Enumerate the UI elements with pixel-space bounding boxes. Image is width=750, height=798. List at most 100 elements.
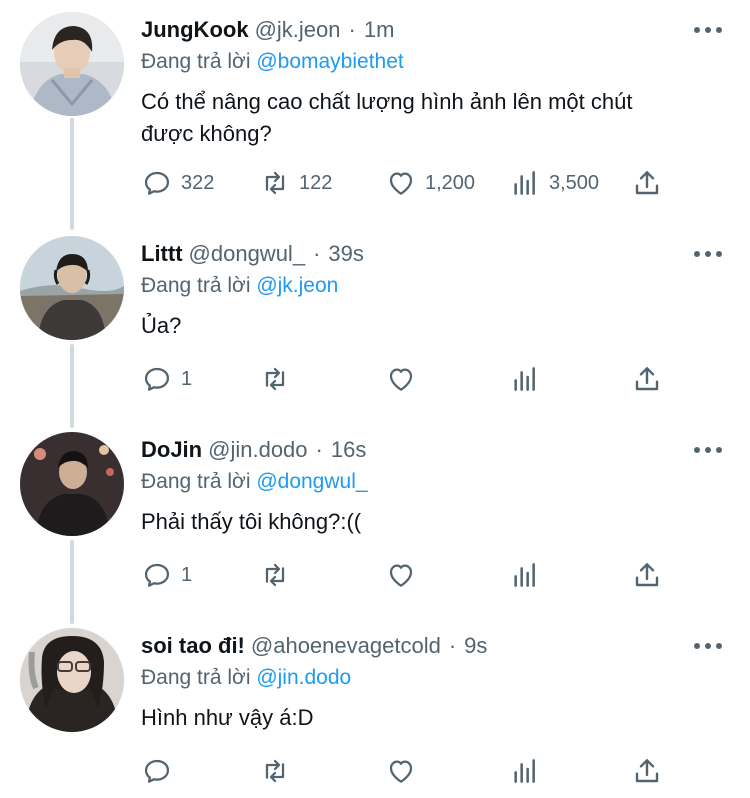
heart-icon	[389, 368, 413, 391]
share-icon	[635, 171, 659, 195]
user-handle[interactable]: @ahoenevagetcold	[251, 633, 441, 659]
more-icon[interactable]	[694, 18, 722, 42]
retweet-icon	[265, 367, 285, 391]
separator-dot: ·	[448, 633, 457, 658]
tweet-text-line: Phải thấy tôi không?:((	[141, 509, 362, 534]
retweet-icon	[265, 759, 285, 783]
views-icon	[514, 367, 535, 391]
separator-dot: ·	[315, 437, 323, 462]
tweet-header: Littt @dongwul_ · 39s	[141, 236, 364, 272]
tweet-header: JungKook @jk.jeon · 1m	[141, 12, 394, 48]
share-icon	[635, 563, 659, 587]
reply-button[interactable]: 1	[141, 558, 192, 592]
replying-to: Đang trả lời @bomaybiethet	[141, 50, 404, 74]
retweet-icon	[265, 171, 285, 195]
reply-icon	[144, 759, 170, 783]
mention-link[interactable]: @dongwul_	[256, 470, 367, 493]
share-button[interactable]	[631, 754, 663, 788]
reply-icon	[144, 367, 170, 391]
like-button[interactable]	[385, 754, 417, 788]
tweet-text-line: Ủa?	[141, 313, 182, 338]
tweet[interactable]: soi tao đi! @ahoenevagetcold · 9s Đang t…	[0, 628, 750, 798]
tweet-text: Có thể nâng cao chất lượng hình ảnh lên …	[141, 86, 711, 150]
tweet-text-line: Hình như vậy á:D	[141, 705, 314, 730]
timestamp[interactable]: 1m	[364, 17, 395, 43]
views-button[interactable]: 3,500	[509, 166, 599, 200]
reply-icon	[144, 563, 170, 587]
tweet[interactable]: JungKook @jk.jeon · 1m Đang trả lời @bom…	[0, 12, 750, 212]
timestamp[interactable]: 9s	[464, 633, 487, 659]
timestamp[interactable]: 16s	[331, 437, 366, 463]
tweet[interactable]: Littt @dongwul_ · 39s Đang trả lời @jk.j…	[0, 236, 750, 426]
action-bar	[141, 754, 681, 788]
reply-button[interactable]: 1	[141, 362, 192, 396]
avatar[interactable]	[20, 236, 124, 340]
display-name[interactable]: Littt	[141, 241, 183, 267]
display-name[interactable]: DoJin	[141, 437, 202, 463]
user-handle[interactable]: @jk.jeon	[255, 17, 341, 43]
share-icon	[635, 759, 659, 783]
more-icon[interactable]	[694, 438, 722, 462]
user-handle[interactable]: @jin.dodo	[208, 437, 307, 463]
reply-count: 322	[181, 171, 215, 194]
share-button[interactable]	[631, 558, 663, 592]
avatar[interactable]	[20, 628, 124, 732]
views-icon	[514, 171, 535, 195]
more-icon[interactable]	[694, 242, 722, 266]
tweet-header: soi tao đi! @ahoenevagetcold · 9s	[141, 628, 487, 664]
mention-link[interactable]: @bomaybiethet	[256, 50, 403, 73]
user-handle[interactable]: @dongwul_	[189, 241, 306, 267]
share-button[interactable]	[631, 166, 663, 200]
views-button[interactable]	[509, 558, 541, 592]
retweet-button[interactable]	[259, 754, 291, 788]
reply-button[interactable]: 322	[141, 166, 214, 200]
heart-icon	[389, 760, 413, 783]
reply-icon	[144, 171, 170, 195]
tweet-text: Phải thấy tôi không?:((	[141, 506, 711, 538]
separator-dot: ·	[348, 17, 356, 42]
action-bar: 322 122 1,200 3,500	[141, 166, 681, 200]
retweet-button[interactable]	[259, 558, 291, 592]
reply-count: 1	[181, 367, 193, 390]
retweet-button[interactable]: 122	[259, 166, 332, 200]
heart-icon	[389, 172, 413, 195]
separator-dot: ·	[313, 241, 321, 266]
views-button[interactable]	[509, 362, 541, 396]
like-button[interactable]: 1,200	[385, 166, 475, 200]
like-button[interactable]	[385, 558, 417, 592]
views-icon	[514, 563, 535, 587]
retweet-button[interactable]	[259, 362, 291, 396]
tweet[interactable]: DoJin @jin.dodo · 16s Đang trả lời @dong…	[0, 432, 750, 622]
reply-count: 1	[181, 563, 193, 586]
replying-to-label: Đang trả lời	[141, 666, 251, 689]
views-icon	[514, 759, 535, 783]
share-button[interactable]	[631, 362, 663, 396]
replying-to-label: Đang trả lời	[141, 274, 251, 297]
replying-to: Đang trả lời @jin.dodo	[141, 666, 351, 690]
tweet-text-line: Có thể nâng cao chất lượng hình ảnh lên …	[141, 89, 633, 114]
like-count: 1,200	[425, 171, 476, 194]
display-name[interactable]: soi tao đi!	[141, 633, 245, 659]
tweet-text: Ủa?	[141, 310, 711, 342]
more-icon[interactable]	[694, 634, 722, 658]
tweet-header: DoJin @jin.dodo · 16s	[141, 432, 366, 468]
replying-to-label: Đang trả lời	[141, 470, 251, 493]
tweet-text: Hình như vậy á:D	[141, 702, 711, 734]
views-button[interactable]	[509, 754, 541, 788]
action-bar: 1	[141, 558, 681, 592]
timestamp[interactable]: 39s	[328, 241, 363, 267]
replying-to-label: Đang trả lời	[141, 50, 251, 73]
mention-link[interactable]: @jk.jeon	[256, 274, 338, 297]
replying-to: Đang trả lời @dongwul_	[141, 470, 368, 494]
display-name[interactable]: JungKook	[141, 17, 249, 43]
retweet-count: 122	[299, 171, 333, 194]
view-count: 3,500	[549, 171, 600, 194]
tweet-text-line: được không?	[141, 121, 272, 146]
like-button[interactable]	[385, 362, 417, 396]
retweet-icon	[265, 563, 285, 587]
action-bar: 1	[141, 362, 681, 396]
avatar[interactable]	[20, 432, 124, 536]
mention-link[interactable]: @jin.dodo	[256, 666, 351, 689]
reply-button[interactable]	[141, 754, 173, 788]
avatar[interactable]	[20, 12, 124, 116]
